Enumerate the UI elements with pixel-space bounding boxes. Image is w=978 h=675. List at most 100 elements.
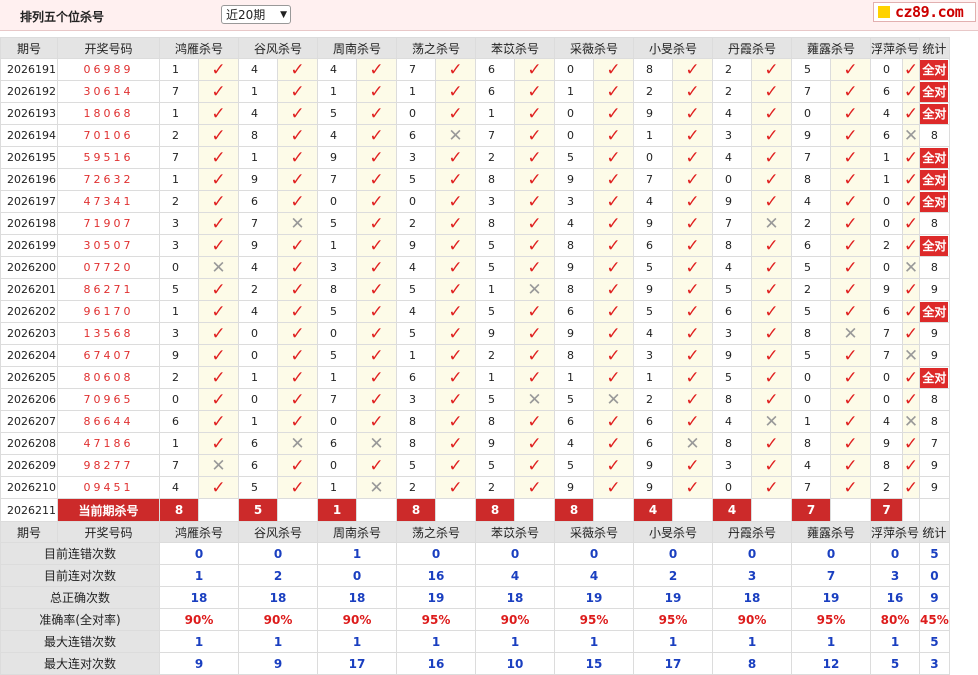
kill-value: 1 <box>870 146 903 169</box>
check-icon: ✓ <box>527 477 542 498</box>
column-header: 蕹露杀号 <box>791 521 871 543</box>
result-cell: ✓ <box>356 300 397 323</box>
result-cell: ✓ <box>672 80 713 103</box>
kill-value: 9 <box>475 322 515 345</box>
check-icon: ✓ <box>290 323 305 344</box>
row-stat: 全对 <box>919 146 950 169</box>
stat-value: 4 <box>475 564 555 587</box>
cross-icon: ✕ <box>448 125 463 146</box>
draw-code: 80608 <box>57 366 160 389</box>
table-row: 2026206 70965 0 ✓ 0 ✓ 7 ✓ 3 ✓ 5 ✕ 5 ✕ 2 ✓ 8 ✓ 0 ✓ 0 ✓ 8 <box>0 388 950 411</box>
check-icon: ✓ <box>685 235 700 256</box>
kill-value: 7 <box>238 212 278 235</box>
current-kill-value: 8 <box>159 498 199 522</box>
check-icon: ✓ <box>764 389 779 410</box>
check-icon: ✓ <box>843 191 858 212</box>
correct-count: 8 <box>930 261 938 274</box>
kill-value: 4 <box>633 190 673 213</box>
kill-value: 8 <box>633 58 673 81</box>
stat-value: 19 <box>633 586 713 609</box>
kill-value: 7 <box>317 388 357 411</box>
check-icon: ✓ <box>211 279 226 300</box>
kill-value: 5 <box>317 300 357 323</box>
check-icon: ✓ <box>211 235 226 256</box>
check-icon: ✓ <box>606 257 621 278</box>
result-cell: ✓ <box>198 146 239 169</box>
kill-value: 6 <box>317 432 357 455</box>
draw-code: 70106 <box>57 124 160 147</box>
check-icon: ✓ <box>764 81 779 102</box>
check-icon: ✓ <box>211 477 226 498</box>
kill-value: 8 <box>396 410 436 433</box>
result-cell: ✓ <box>830 256 871 279</box>
kill-value: 3 <box>633 344 673 367</box>
column-header: 采薇杀号 <box>554 521 634 543</box>
kill-value: 6 <box>870 80 903 103</box>
result-cell: ✓ <box>593 432 634 455</box>
check-icon: ✓ <box>606 125 621 146</box>
check-icon: ✓ <box>290 455 305 476</box>
stat-value: 1 <box>159 564 239 587</box>
issue-id: 2026195 <box>0 146 58 169</box>
check-icon: ✓ <box>843 389 858 410</box>
result-cell: ✓ <box>901 80 921 103</box>
stat-value: 0 <box>712 542 792 565</box>
check-icon: ✓ <box>606 455 621 476</box>
check-icon: ✓ <box>606 147 621 168</box>
check-icon: ✓ <box>527 345 542 366</box>
kill-value: 6 <box>396 124 436 147</box>
period-select-value: 近20期 <box>226 8 266 22</box>
result-cell: ✓ <box>356 322 397 345</box>
table-row: 2026204 67407 9 ✓ 0 ✓ 5 ✓ 1 ✓ 2 ✓ 8 ✓ 3 ✓ 9 ✓ 5 ✓ 7 ✕ 9 <box>0 344 950 367</box>
check-icon: ✓ <box>448 367 463 388</box>
result-cell: ✓ <box>751 190 792 213</box>
kill-value: 9 <box>633 454 673 477</box>
result-cell: ✓ <box>356 388 397 411</box>
kill-value: 2 <box>238 278 278 301</box>
check-icon: ✓ <box>369 389 384 410</box>
result-cell: ✓ <box>901 300 921 323</box>
kill-value: 1 <box>554 80 594 103</box>
kill-value: 8 <box>791 322 831 345</box>
result-cell: ✓ <box>672 410 713 433</box>
check-icon: ✓ <box>369 455 384 476</box>
result-cell: ✕ <box>751 212 792 235</box>
result-cell: ✓ <box>672 278 713 301</box>
result-cell: ✓ <box>435 146 476 169</box>
check-icon: ✓ <box>685 191 700 212</box>
result-cell: ✓ <box>672 146 713 169</box>
stat-value: 0 <box>554 542 634 565</box>
correct-count: 7 <box>930 437 938 450</box>
result-cell: ✓ <box>830 454 871 477</box>
period-select[interactable]: 近20期 ▼ <box>221 5 291 24</box>
check-icon: ✓ <box>448 235 463 256</box>
result-cell: ✓ <box>514 234 555 257</box>
result-cell: ✓ <box>901 278 921 301</box>
current-empty-cell <box>901 498 921 522</box>
check-icon: ✓ <box>903 389 919 410</box>
stat-value: 19 <box>396 586 476 609</box>
check-icon: ✓ <box>290 81 305 102</box>
check-icon: ✓ <box>685 103 700 124</box>
result-cell: ✓ <box>277 344 318 367</box>
footer-header-row: 期号 开奖号码 鸿雁杀号 谷风杀号 周南杀号 荡之杀号 苯苡杀号 采薇杀号 小旻杀号 丹霞杀号 蕹露… <box>0 521 950 543</box>
check-icon: ✓ <box>903 59 919 80</box>
result-cell: ✓ <box>514 102 555 125</box>
kill-value: 9 <box>554 256 594 279</box>
kill-value: 1 <box>159 300 199 323</box>
kill-value: 4 <box>159 476 199 499</box>
site-logo[interactable]: cz89.com <box>873 2 976 22</box>
row-stat: 全对 <box>919 80 950 103</box>
stat-value: 3 <box>712 564 792 587</box>
kill-value: 6 <box>633 410 673 433</box>
result-cell: ✓ <box>751 102 792 125</box>
kill-value: 2 <box>870 476 903 499</box>
stat-value: 5 <box>919 630 950 653</box>
result-cell: ✓ <box>593 146 634 169</box>
result-cell: ✓ <box>435 256 476 279</box>
kill-value: 6 <box>870 124 903 147</box>
kill-value: 1 <box>870 168 903 191</box>
top-bar: 排列五个位杀号 近20期 ▼ cz89.com <box>0 0 978 31</box>
result-cell: ✓ <box>435 388 476 411</box>
check-icon: ✓ <box>448 257 463 278</box>
